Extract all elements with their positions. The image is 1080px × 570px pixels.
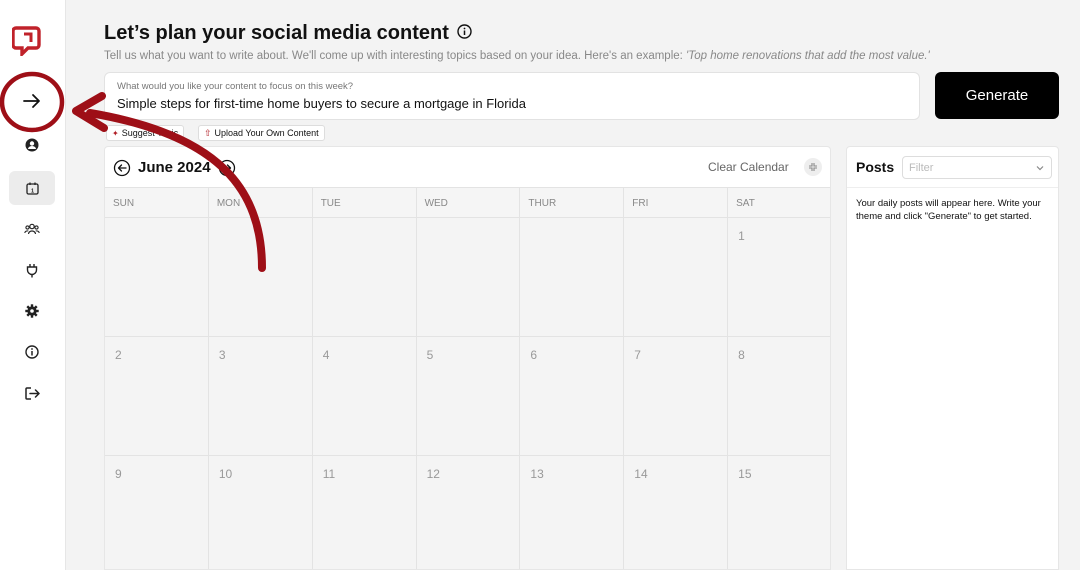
gear-icon[interactable] bbox=[9, 294, 55, 328]
day-cell[interactable]: 1 bbox=[728, 218, 830, 336]
main-content: Let’s plan your social media content Tel… bbox=[66, 0, 1080, 570]
day-cell[interactable]: 11 bbox=[312, 456, 417, 569]
calendar-grid: SUN MON TUE WED THUR FRI SAT 1 2 3 4 5 6… bbox=[105, 187, 830, 569]
dow-thur: THUR bbox=[520, 188, 625, 217]
day-cell[interactable] bbox=[312, 218, 417, 336]
month-label: June 2024 bbox=[138, 159, 211, 176]
sidebar: 1 bbox=[0, 0, 66, 570]
day-of-week-row: SUN MON TUE WED THUR FRI SAT bbox=[105, 187, 830, 218]
day-cell[interactable]: 3 bbox=[208, 337, 313, 455]
day-cell[interactable]: 8 bbox=[728, 337, 830, 455]
dow-sun: SUN bbox=[105, 188, 209, 217]
topic-input-box[interactable]: What would you like your content to focu… bbox=[104, 72, 920, 120]
posts-filter-select[interactable]: Filter bbox=[902, 156, 1052, 179]
dow-tue: TUE bbox=[313, 188, 417, 217]
day-cell[interactable] bbox=[624, 218, 729, 336]
day-cell[interactable] bbox=[208, 218, 313, 336]
topic-input[interactable] bbox=[117, 96, 897, 111]
suggest-topic-label: Suggest Topic bbox=[121, 128, 179, 138]
sparkle-icon: ✦ bbox=[112, 128, 119, 138]
subtitle-text: Tell us what you want to write about. We… bbox=[104, 50, 687, 62]
day-cell[interactable] bbox=[105, 218, 209, 336]
week-row: 1 bbox=[105, 218, 830, 337]
upload-content-button[interactable]: ⇧ Upload Your Own Content bbox=[198, 125, 325, 141]
upload-content-label: Upload Your Own Content bbox=[214, 128, 319, 138]
day-cell[interactable]: 15 bbox=[728, 456, 830, 569]
day-cell[interactable] bbox=[416, 218, 521, 336]
arrow-right-icon[interactable] bbox=[9, 84, 55, 118]
day-cell[interactable]: 7 bbox=[624, 337, 729, 455]
chevron-down-icon bbox=[1035, 163, 1045, 176]
clear-calendar-button[interactable]: Clear Calendar bbox=[708, 160, 789, 174]
week-row: 9 10 11 12 13 14 15 bbox=[105, 456, 830, 569]
posts-empty-message: Your daily posts will appear here. Write… bbox=[856, 198, 1041, 222]
page-subtitle: Tell us what you want to write about. We… bbox=[104, 50, 930, 62]
dow-sat: SAT bbox=[736, 198, 755, 209]
day-cell[interactable]: 10 bbox=[208, 456, 313, 569]
brand-logo-icon[interactable] bbox=[11, 24, 42, 59]
logout-icon[interactable] bbox=[9, 376, 55, 410]
page-title: Let’s plan your social media content bbox=[104, 22, 472, 45]
user-circle-icon[interactable] bbox=[9, 128, 55, 162]
collapse-icon[interactable] bbox=[804, 158, 822, 176]
day-cell[interactable] bbox=[520, 218, 625, 336]
plug-icon[interactable] bbox=[9, 253, 55, 287]
topic-input-label: What would you like your content to focu… bbox=[117, 81, 354, 92]
prev-month-icon[interactable] bbox=[113, 159, 131, 177]
day-cell[interactable]: 14 bbox=[624, 456, 729, 569]
dow-wed: WED bbox=[417, 188, 521, 217]
day-cell[interactable]: 12 bbox=[416, 456, 521, 569]
subtitle-example: 'Top home renovations that add the most … bbox=[686, 50, 930, 62]
day-cell[interactable]: 13 bbox=[520, 456, 625, 569]
day-cell[interactable]: 9 bbox=[105, 456, 209, 569]
dow-mon: MON bbox=[209, 188, 313, 217]
week-row: 2 3 4 5 6 7 8 bbox=[105, 337, 830, 456]
page-title-text: Let’s plan your social media content bbox=[104, 22, 449, 44]
day-cell[interactable]: 6 bbox=[520, 337, 625, 455]
svg-text:1: 1 bbox=[30, 188, 33, 194]
calendar-header: June 2024 Clear Calendar bbox=[105, 147, 830, 187]
day-cell[interactable]: 4 bbox=[312, 337, 417, 455]
info-icon[interactable] bbox=[9, 335, 55, 369]
posts-panel: Posts Filter Your daily posts will appea… bbox=[846, 146, 1059, 570]
suggest-topic-button[interactable]: ✦ Suggest Topic bbox=[106, 125, 185, 141]
posts-divider bbox=[847, 187, 1058, 188]
users-icon[interactable] bbox=[9, 212, 55, 246]
calendar: June 2024 Clear Calendar SUN MON TUE WED… bbox=[104, 146, 831, 570]
dow-fri: FRI bbox=[624, 188, 729, 217]
calendar-icon[interactable]: 1 bbox=[9, 171, 55, 205]
posts-title: Posts bbox=[856, 159, 895, 175]
upload-icon: ⇧ bbox=[204, 127, 212, 138]
day-cell[interactable]: 2 bbox=[105, 337, 209, 455]
next-month-icon[interactable] bbox=[218, 159, 236, 177]
info-icon[interactable] bbox=[457, 22, 472, 45]
generate-button[interactable]: Generate bbox=[935, 72, 1059, 119]
day-cell[interactable]: 5 bbox=[416, 337, 521, 455]
filter-placeholder: Filter bbox=[909, 162, 934, 174]
